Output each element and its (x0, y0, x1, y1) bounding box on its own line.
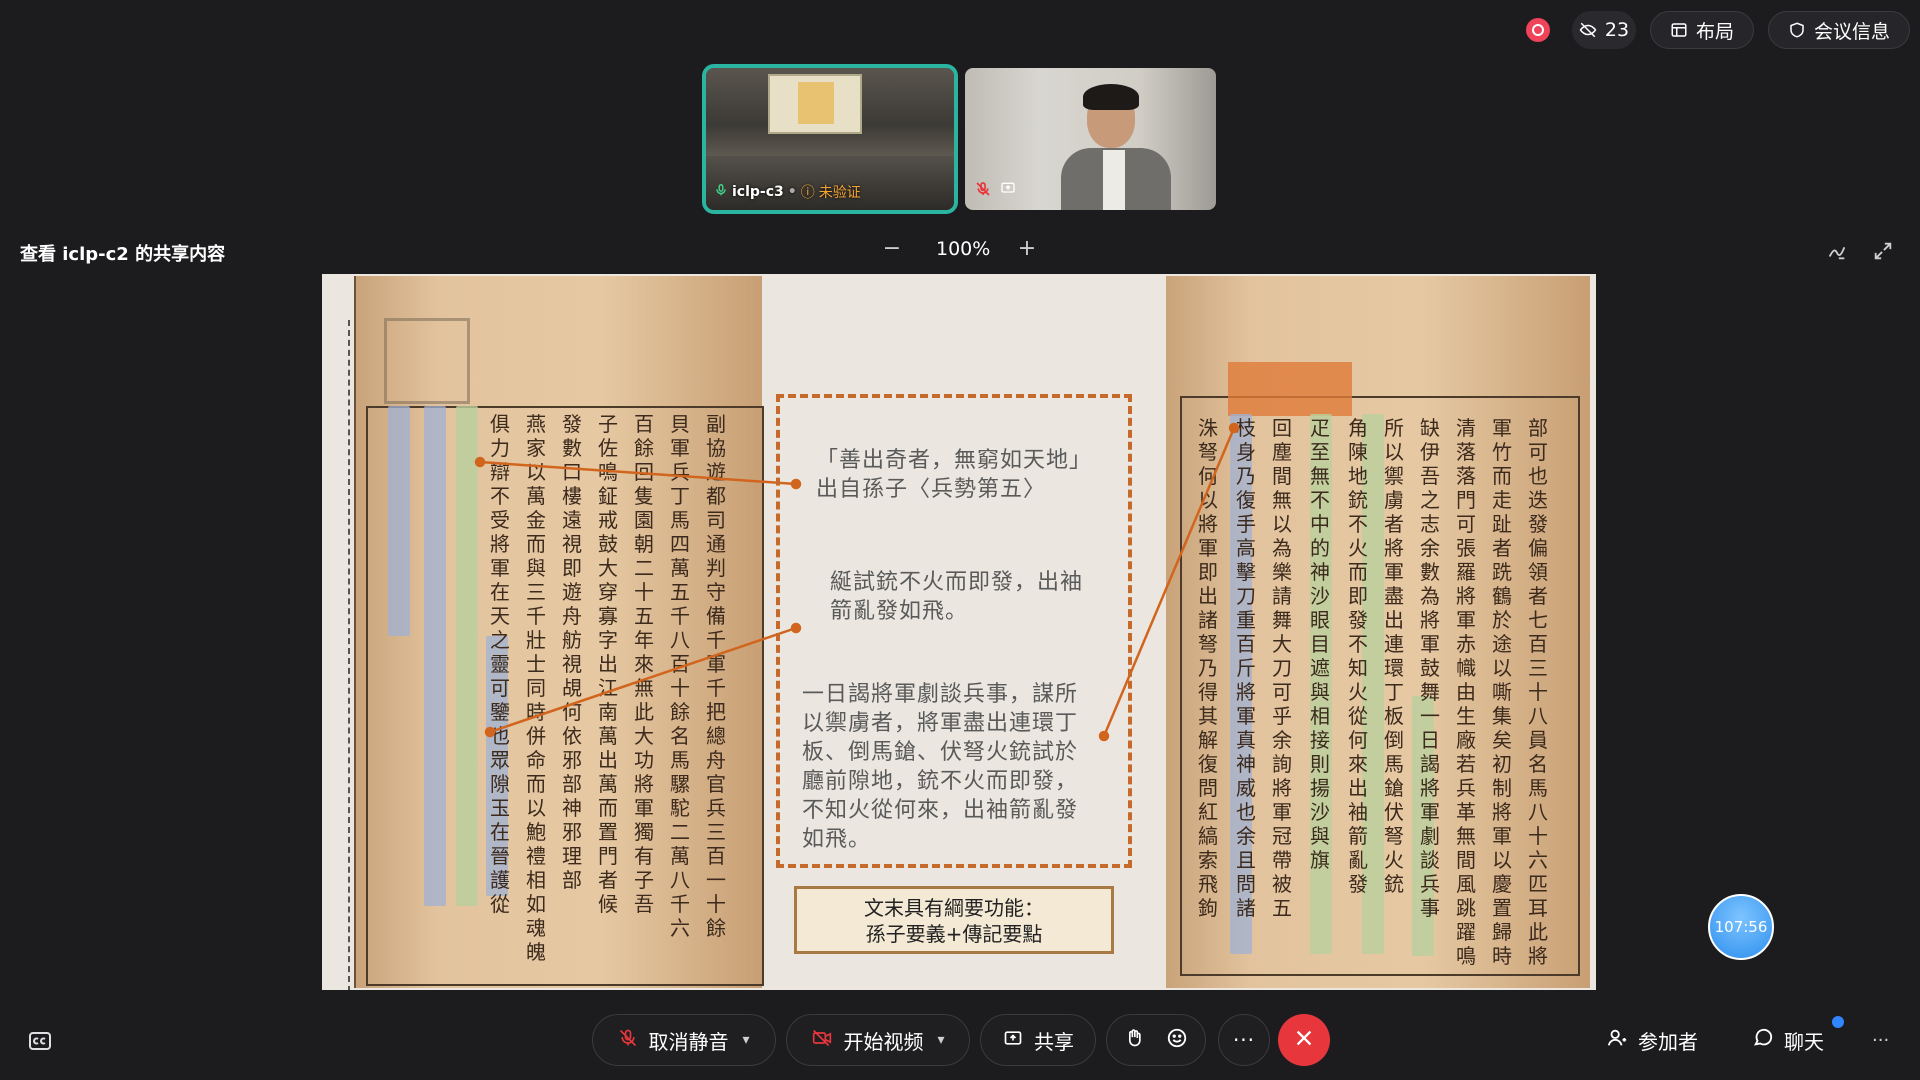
person-icon (1606, 1027, 1628, 1054)
mic-on-icon (714, 182, 728, 202)
quote-sunzi-line2: 出自孫子〈兵勢第五〉 (816, 477, 1047, 502)
mic-muted-icon (975, 180, 991, 202)
share-screen-icon (1002, 1028, 1024, 1053)
unmute-button[interactable]: 取消静音 ▾ (592, 1014, 776, 1066)
video-off-icon (811, 1028, 833, 1053)
meeting-info-button[interactable]: 会议信息 (1768, 11, 1910, 49)
meeting-timer[interactable]: 107:56 (1708, 894, 1774, 960)
chevron-down-icon[interactable]: ▾ (937, 1032, 944, 1048)
start-video-button[interactable]: 开始视频 ▾ (786, 1014, 970, 1066)
fullscreen-icon[interactable] (1872, 240, 1894, 266)
quote-passage-line: 板、倒馬鎗、伏弩火銃試於 (802, 740, 1079, 765)
meeting-info-label: 会议信息 (1813, 20, 1890, 43)
more-dots-icon[interactable]: ··· (1872, 1030, 1889, 1051)
tile-status-icons (975, 180, 1017, 202)
emoji-reaction-icon[interactable] (1166, 1027, 1188, 1054)
more-options-button[interactable]: ··· (1218, 1014, 1270, 1066)
warning-icon: ⓘ (800, 185, 815, 201)
eye-off-icon (1579, 21, 1597, 39)
close-icon (1293, 1027, 1315, 1053)
layout-label: 布局 (1695, 20, 1734, 43)
summary-line2: 孫子要義+傳記要點 (865, 922, 1043, 946)
quote-passage-line: 以禦虜者，將軍盡出連環丁 (802, 711, 1079, 736)
quote-passage-line: 如飛。 (802, 827, 872, 852)
quote-sleeve-arrow-line1: 綖試銃不火而即發，出袖 (830, 570, 1084, 595)
chat-button[interactable]: 聊天 (1752, 1026, 1824, 1055)
zoom-level: 100% (936, 238, 991, 260)
recording-indicator[interactable] (1526, 18, 1550, 42)
tile-participant-name: iclp-c3 (732, 184, 784, 200)
unmute-label: 取消静音 (648, 1029, 729, 1054)
chat-icon (1752, 1027, 1774, 1054)
participants-label: 参加者 (1638, 1030, 1698, 1054)
share-label: 共享 (1034, 1029, 1074, 1054)
unverified-status: 未验证 (818, 185, 861, 201)
shared-slide: 俱力辯不受將軍在天之靈可鑒也眾隙玉在晉護從 燕家以萬金而與三千壯士同時併命而以鮑… (322, 274, 1596, 990)
room-projector-screen (768, 74, 862, 134)
share-title: 查看 iclp-c2 的共享内容 (20, 244, 226, 265)
quote-passage-line: 一日謁將軍劇談兵事，謀所 (802, 682, 1079, 707)
summary-line1: 文末具有綱要功能： (864, 896, 1044, 920)
hidden-count: 23 (1604, 19, 1630, 41)
reactions-group (1106, 1014, 1206, 1066)
shield-icon (1788, 21, 1806, 39)
quote-passage-line: 不知火從何來，出袖箭亂發 (802, 798, 1079, 823)
separator-dot: • (787, 184, 797, 200)
screen-share-icon (999, 180, 1017, 202)
quote-passage-line: 廳前隙地，銃不火而即發， (802, 769, 1079, 794)
more-dots-icon: ··· (1232, 1028, 1256, 1052)
summary-box: 文末具有綱要功能： 孫子要義+傳記要點 (794, 886, 1114, 954)
mic-muted-icon (618, 1027, 638, 1054)
zoom-in-button[interactable]: + (1013, 234, 1041, 262)
chat-notification-dot (1832, 1016, 1844, 1028)
layout-button[interactable]: 布局 (1650, 11, 1754, 49)
captions-icon[interactable] (28, 1030, 52, 1056)
layout-icon (1670, 21, 1688, 39)
chevron-down-icon[interactable]: ▾ (742, 1032, 749, 1048)
video-tile-speaker[interactable] (965, 68, 1216, 210)
chat-label: 聊天 (1784, 1030, 1824, 1054)
tile-name-tag: iclp-c3 • ⓘ 未验证 (714, 182, 861, 202)
end-call-button[interactable] (1278, 1014, 1330, 1066)
quote-sleeve-arrow-line2: 箭亂發如飛。 (830, 599, 969, 624)
annotate-icon[interactable] (1826, 240, 1848, 266)
start-video-label: 开始视频 (843, 1029, 924, 1054)
raise-hand-icon[interactable] (1124, 1027, 1144, 1054)
video-tile-iclp-c3[interactable]: iclp-c3 • ⓘ 未验证 (702, 64, 958, 214)
quote-sunzi-line1: 「善出奇者，無窮如天地」 (816, 448, 1093, 473)
share-button[interactable]: 共享 (980, 1014, 1096, 1066)
hidden-participants-badge[interactable]: 23 (1572, 11, 1636, 49)
zoom-out-button[interactable]: − (878, 234, 906, 262)
participants-button[interactable]: 参加者 (1606, 1026, 1698, 1055)
